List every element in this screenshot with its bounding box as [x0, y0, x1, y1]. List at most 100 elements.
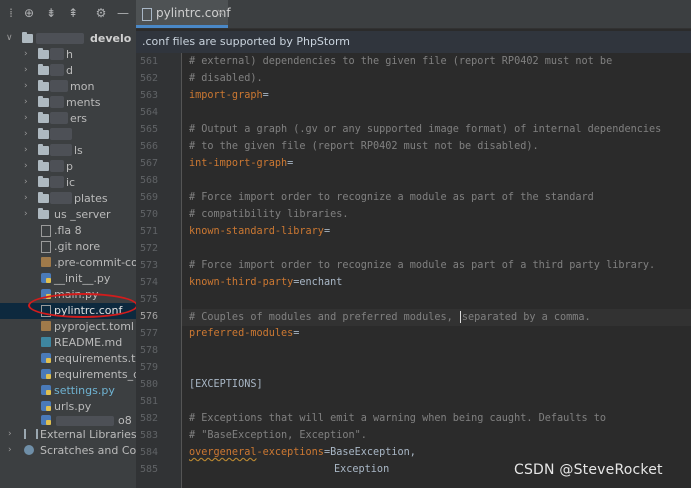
- tree-file[interactable]: requirements.txt: [0, 351, 136, 367]
- code-line: # compatibility libraries.: [189, 209, 349, 220]
- folder-icon: [38, 192, 49, 203]
- line-number: 567: [140, 158, 159, 169]
- chevron-right-icon[interactable]: ›: [8, 429, 16, 439]
- library-icon: [24, 429, 38, 439]
- line-number: 584: [140, 447, 159, 458]
- code-line: known-standard-library=: [189, 226, 330, 237]
- gear-icon[interactable]: ⚙: [94, 6, 108, 20]
- requirements-file-icon: [41, 369, 51, 379]
- locate-icon[interactable]: ⊕: [22, 6, 36, 20]
- tree-external-libraries[interactable]: › External Libraries: [0, 427, 136, 443]
- config-key: known-third-party: [189, 277, 294, 288]
- chevron-right-icon[interactable]: ›: [24, 161, 32, 171]
- section-header: [EXCEPTIONS]: [189, 379, 263, 390]
- chevron-right-icon[interactable]: ›: [8, 445, 16, 455]
- folder-icon: [38, 112, 49, 123]
- tree-folder[interactable]: › ments: [0, 95, 136, 111]
- tree-item-label: ers: [70, 112, 88, 125]
- folder-icon: [38, 176, 49, 187]
- chevron-right-icon[interactable]: ›: [24, 145, 32, 155]
- line-number: 562: [140, 73, 159, 84]
- file-icon: [142, 8, 152, 21]
- tree-item-label: ic: [66, 176, 76, 189]
- tree-folder[interactable]: › ers: [0, 111, 136, 127]
- config-value: =: [293, 328, 300, 339]
- code-line: # Force import order to recognize a modu…: [189, 260, 656, 271]
- line-number: 570: [140, 209, 159, 220]
- folder-icon: [38, 160, 49, 171]
- line-number: 575: [140, 294, 159, 305]
- line-number: 581: [140, 396, 159, 407]
- redacted-area: [50, 48, 64, 60]
- line-number: 583: [140, 430, 159, 441]
- hide-panel-icon[interactable]: —: [116, 6, 130, 20]
- line-number: 561: [140, 56, 159, 67]
- config-value: =enchant: [293, 277, 343, 288]
- tree-folder[interactable]: › ic: [0, 175, 136, 191]
- tree-item-label: plates: [74, 192, 108, 205]
- tree-root[interactable]: ∨ develo: [0, 31, 136, 47]
- chevron-right-icon[interactable]: ›: [24, 193, 32, 203]
- chevron-right-icon[interactable]: ›: [24, 209, 32, 219]
- config-key: known-standard-library: [189, 226, 324, 237]
- redacted-area: [36, 33, 84, 44]
- editor-tab-bar: pylintrc.conf ×: [136, 0, 691, 29]
- text-caret: [459, 311, 461, 323]
- redacted-area: [50, 192, 72, 204]
- tree-item-label: requirements.txt: [54, 352, 136, 365]
- chevron-down-icon[interactable]: ∨: [6, 33, 14, 43]
- tree-scratches[interactable]: › Scratches and Cons: [0, 443, 136, 459]
- code-line: preferred-modules=: [189, 328, 299, 339]
- code-editor[interactable]: 561 562 563 564 565 566 567 568 569 570 …: [136, 53, 691, 488]
- collapse-all-icon[interactable]: ⇞: [66, 6, 80, 20]
- tree-folder[interactable]: › h: [0, 47, 136, 63]
- tree-item-label: ments: [66, 96, 101, 109]
- tree-file[interactable]: README.md: [0, 335, 136, 351]
- code-line: known-third-party=enchant: [189, 277, 342, 288]
- comment-text: # Couples of modules and preferred modul…: [189, 312, 459, 323]
- notice-text: .conf files are supported by PhpStorm: [142, 35, 351, 48]
- panel-handle-icon[interactable]: ⁞: [4, 6, 18, 20]
- tree-folder[interactable]: › us _server: [0, 207, 136, 223]
- config-value: =BaseException,: [323, 447, 416, 458]
- tree-file[interactable]: requirements_de: [0, 367, 136, 383]
- tree-folder[interactable]: › d: [0, 63, 136, 79]
- line-number: 582: [140, 413, 159, 424]
- chevron-right-icon[interactable]: ›: [24, 113, 32, 123]
- close-icon[interactable]: ×: [216, 6, 225, 19]
- python-file-icon: [41, 401, 51, 411]
- tab-pylintrc[interactable]: pylintrc.conf ×: [136, 0, 231, 28]
- config-value: =: [323, 226, 331, 237]
- chevron-right-icon[interactable]: ›: [24, 65, 32, 75]
- expand-all-icon[interactable]: ⇟: [44, 6, 58, 20]
- tree-file[interactable]: .git nore: [0, 239, 136, 255]
- redacted-area: [50, 64, 64, 76]
- line-number: 569: [140, 192, 159, 203]
- line-number: 579: [140, 362, 159, 373]
- plugin-notice-banner: .conf files are supported by PhpStorm: [136, 31, 691, 54]
- tree-item-label: settings.py: [54, 384, 115, 397]
- tree-file[interactable]: .pre-commit-cor: [0, 255, 136, 271]
- config-value: =: [262, 90, 269, 101]
- tree-item-label: requirements_de: [54, 368, 136, 381]
- chevron-right-icon[interactable]: ›: [24, 177, 32, 187]
- folder-icon: [38, 128, 49, 139]
- python-file-icon: [41, 273, 51, 283]
- code-line: Exception: [334, 464, 390, 475]
- tree-file[interactable]: .fla 8: [0, 223, 136, 239]
- tree-folder[interactable]: › p: [0, 159, 136, 175]
- chevron-right-icon[interactable]: ›: [24, 49, 32, 59]
- tree-file[interactable]: __init__.py: [0, 271, 136, 287]
- chevron-right-icon[interactable]: ›: [24, 97, 32, 107]
- config-key-typo: overgeneral: [189, 447, 257, 458]
- tree-file[interactable]: pyproject.toml: [0, 319, 136, 335]
- yaml-file-icon: [41, 257, 51, 267]
- code-line: # Output a graph (.gv or any supported i…: [189, 124, 662, 135]
- tree-item-label: o8: [118, 414, 132, 427]
- tree-file[interactable]: settings.py: [0, 383, 136, 399]
- line-number: 568: [140, 175, 159, 186]
- redacted-area: [50, 128, 72, 140]
- chevron-right-icon[interactable]: ›: [24, 81, 32, 91]
- chevron-right-icon[interactable]: ›: [24, 129, 32, 139]
- tree-folder[interactable]: › mon: [0, 79, 136, 95]
